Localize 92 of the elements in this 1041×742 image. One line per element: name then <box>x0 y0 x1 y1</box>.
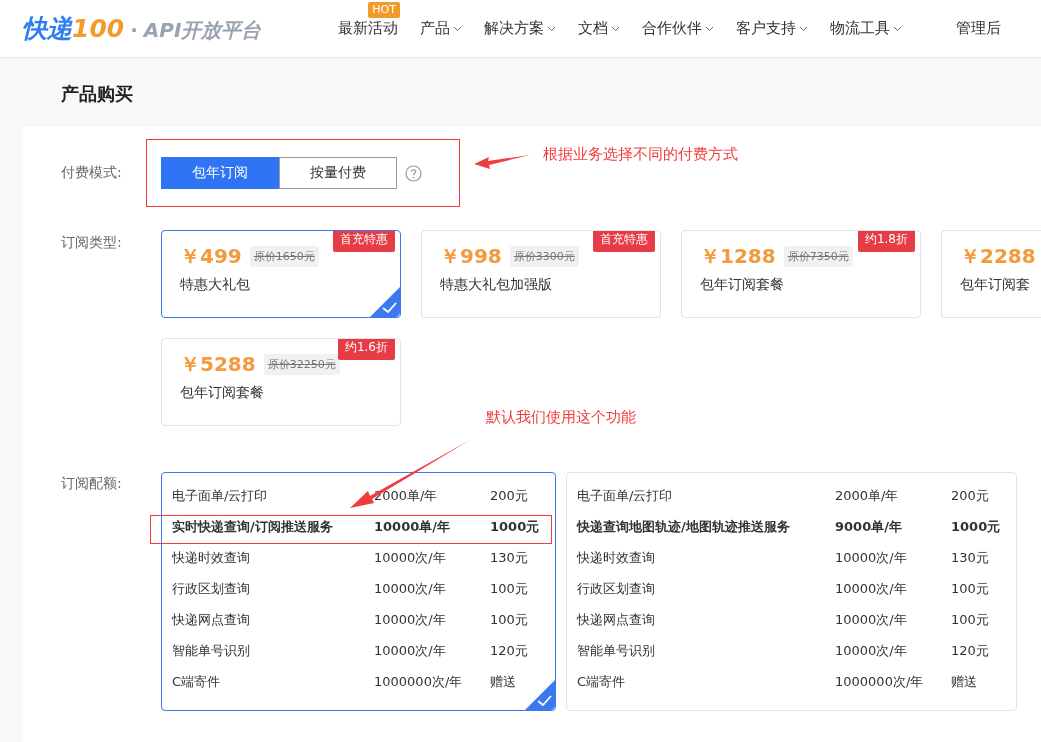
service-name: C端寄件 <box>577 673 627 691</box>
service-amount: 10000次/年 <box>835 611 908 629</box>
service-name: 行政区划查询 <box>577 580 656 598</box>
plan-name: 包年订阅套餐 <box>700 276 785 294</box>
logo-brand: 快递 <box>22 13 72 45</box>
payment-mode-tab[interactable]: 按量付费 <box>279 157 397 189</box>
plan-price: ￥5288 <box>180 351 256 378</box>
service-amount: 1000000次/年 <box>835 673 925 691</box>
plan-name: 包年订阅套餐 <box>180 384 265 402</box>
plan-name: 特惠大礼包加强版 <box>440 276 553 294</box>
plan-price: ￥998 <box>440 243 502 270</box>
service-price: 1000元 <box>951 518 1001 536</box>
service-price: 200元 <box>951 487 989 505</box>
plan-price: ￥2288 <box>960 243 1036 270</box>
nav-link[interactable]: 最新活动 <box>338 19 398 38</box>
service-price: 赠送 <box>490 673 516 691</box>
logo-dot: · <box>130 18 138 42</box>
service-amount: 10000次/年 <box>835 549 908 567</box>
check-icon <box>525 680 555 710</box>
service-price: 120元 <box>490 642 528 660</box>
plan-name: 包年订阅套 <box>960 276 1031 294</box>
original-price: 原价1650元 <box>249 246 319 267</box>
service-amount: 2000单/年 <box>374 487 439 505</box>
service-price: 赠送 <box>951 673 977 691</box>
quota-table[interactable]: 电子面单/云打印 2000单/年 200元 快递查询地图轨迹/地图轨迹推送服务 9000单/年 1000元 快递时效查询 10000次/年 130元 行政区划查询 10000次/年 100元 快递网点查询 10000次/年 100元 智能单号识别 10000次/年 120元 C端寄件 1000000次/年 赠送 <box>566 472 1017 711</box>
plan-price: ￥499 <box>180 243 242 270</box>
nav-link[interactable]: 客户支持 <box>736 19 796 38</box>
service-amount: 1000000次/年 <box>374 673 464 691</box>
quota-table[interactable]: 电子面单/云打印 2000单/年 200元 实时快递查询/订阅推送服务 10000单/年 1000元 快递时效查询 10000次/年 130元 行政区划查询 10000次/年 100元 快递网点查询 10000次/年 100元 智能单号识别 10000次/年 120元 C端寄件 1000000次/年 赠送 <box>161 472 556 711</box>
logo-digits: 100 <box>72 14 125 43</box>
check-icon <box>370 287 400 317</box>
discount-badge: 首充特惠 <box>593 231 655 252</box>
service-price: 130元 <box>490 549 528 567</box>
plan-card[interactable]: 首充特惠 ￥998 原价3300元 特惠大礼包加强版 <box>421 230 661 318</box>
service-name: 快递时效查询 <box>577 549 656 567</box>
original-price: 原价32250元 <box>263 354 340 375</box>
service-name: 实时快递查询/订阅推送服务 <box>172 518 334 536</box>
service-price: 130元 <box>951 549 989 567</box>
payment-mode-tab[interactable]: 包年订阅 <box>161 157 279 189</box>
service-amount: 10000次/年 <box>835 642 908 660</box>
page-title: 产品购买 <box>60 82 134 106</box>
nav-link[interactable]: 管理后 <box>956 19 1001 38</box>
service-name: 电子面单/云打印 <box>577 487 674 505</box>
annotation-arrow <box>474 152 530 170</box>
plan-card[interactable]: 约1.6折 ￥5288 原价32250元 包年订阅套餐 <box>161 338 401 426</box>
service-name: 智能单号识别 <box>577 642 656 660</box>
plan-card[interactable]: 首充特惠 ￥499 原价1650元 特惠大礼包 <box>161 230 401 318</box>
plan-name: 特惠大礼包 <box>180 276 251 294</box>
service-name: 智能单号识别 <box>172 642 251 660</box>
plan-card[interactable]: 约1.8折 ￥1288 原价7350元 包年订阅套餐 <box>681 230 921 318</box>
field-label: 订阅类型: <box>60 233 123 252</box>
nav-link[interactable]: 产品 <box>420 19 450 38</box>
service-price: 100元 <box>490 611 528 629</box>
service-price: 100元 <box>490 580 528 598</box>
plan-card[interactable]: ￥2288 包年订阅套 <box>941 230 1041 318</box>
original-price: 原价3300元 <box>509 246 579 267</box>
field-label: 付费模式: <box>60 164 123 182</box>
nav-link[interactable]: 解决方案 <box>484 19 544 38</box>
service-name: C端寄件 <box>172 673 222 691</box>
nav-link[interactable]: 文档 <box>578 19 608 38</box>
annotation-text: 默认我们使用这个功能 <box>486 408 636 427</box>
hot-badge: HOT <box>368 2 400 18</box>
service-amount: 9000单/年 <box>835 518 903 536</box>
service-name: 快递查询地图轨迹/地图轨迹推送服务 <box>577 518 791 536</box>
service-name: 快递时效查询 <box>172 549 251 567</box>
help-icon[interactable] <box>405 164 422 182</box>
service-price: 120元 <box>951 642 989 660</box>
discount-badge: 约1.8折 <box>857 231 915 252</box>
service-name: 电子面单/云打印 <box>172 487 269 505</box>
service-name: 快递网点查询 <box>577 611 656 629</box>
service-name: 快递网点查询 <box>172 611 251 629</box>
service-price: 200元 <box>490 487 528 505</box>
service-price: 100元 <box>951 611 989 629</box>
annotation-text: 根据业务选择不同的付费方式 <box>543 145 738 164</box>
service-price: 100元 <box>951 580 989 598</box>
service-price: 1000元 <box>490 518 540 536</box>
discount-badge: 首充特惠 <box>333 231 395 252</box>
service-amount: 10000次/年 <box>835 580 908 598</box>
nav-link[interactable]: 合作伙伴 <box>642 19 702 38</box>
service-amount: 10000次/年 <box>374 549 447 567</box>
original-price: 原价7350元 <box>783 246 853 267</box>
plan-price: ￥1288 <box>700 243 776 270</box>
service-amount: 10000次/年 <box>374 611 447 629</box>
field-label: 订阅配额: <box>60 474 123 493</box>
service-amount: 2000单/年 <box>835 487 900 505</box>
service-amount: 10000次/年 <box>374 580 447 598</box>
nav-link[interactable]: 物流工具 <box>830 19 890 38</box>
logo-platform: API开放平台 <box>143 17 262 44</box>
service-amount: 10000单/年 <box>374 518 451 536</box>
discount-badge: 约1.6折 <box>337 339 395 360</box>
service-amount: 10000次/年 <box>374 642 447 660</box>
service-name: 行政区划查询 <box>172 580 251 598</box>
